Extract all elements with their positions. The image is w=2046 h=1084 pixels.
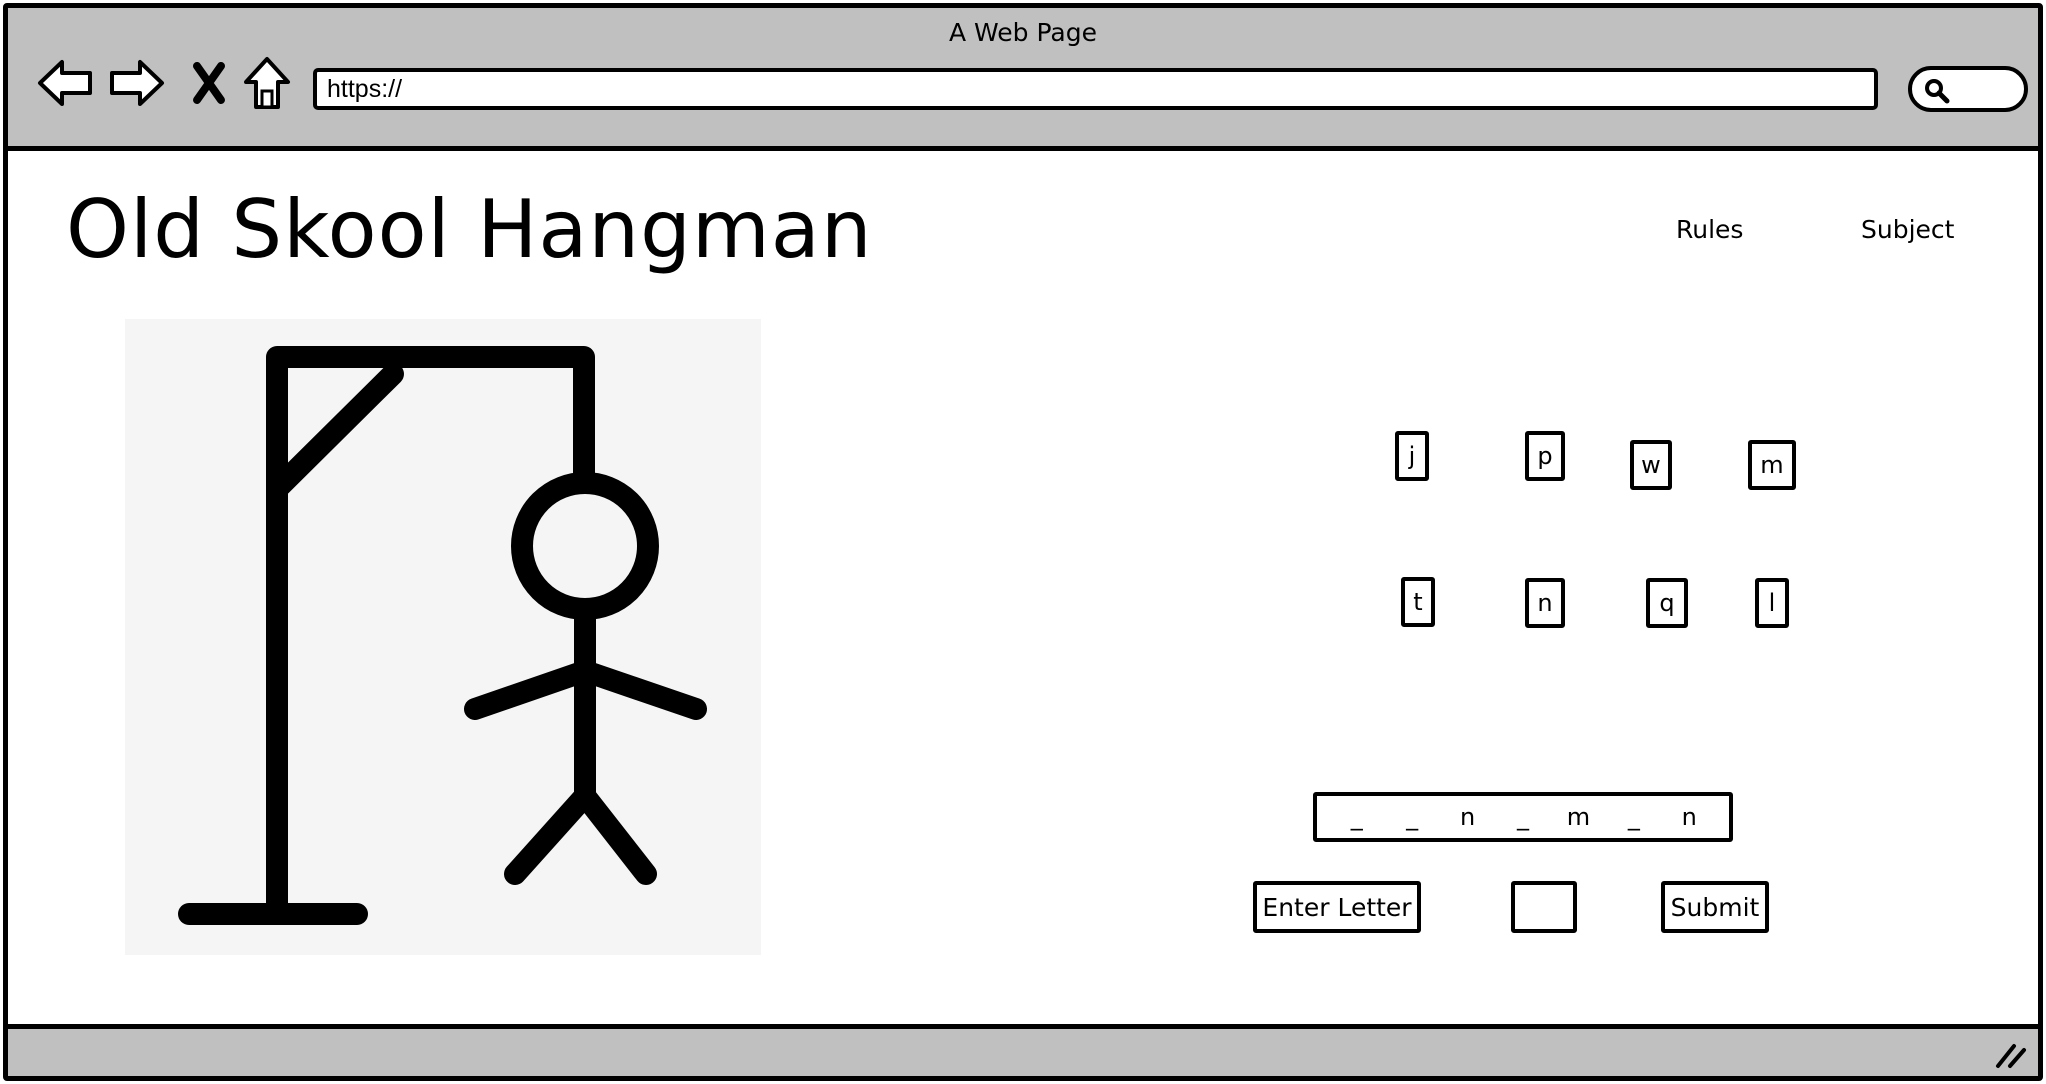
- back-button[interactable]: [34, 48, 96, 118]
- hangman-image: [125, 319, 761, 955]
- home-button[interactable]: [236, 48, 298, 118]
- guessed-letter-tile: t: [1401, 577, 1435, 627]
- word-slot: m: [1566, 803, 1591, 831]
- close-icon: [193, 62, 225, 104]
- guessed-letter-tile: w: [1630, 440, 1672, 490]
- nav-link-subject[interactable]: Subject: [1861, 215, 1954, 244]
- hangman-figure: [178, 346, 707, 925]
- page-title: Old Skool Hangman: [66, 183, 873, 276]
- word-slot: _: [1350, 803, 1363, 831]
- guessed-letter-tile: j: [1395, 431, 1429, 481]
- browser-search-field[interactable]: [1908, 66, 2028, 112]
- back-arrow-icon: [38, 60, 92, 106]
- word-slot: _: [1627, 803, 1640, 831]
- letter-input[interactable]: [1511, 881, 1577, 933]
- word-slot: n: [1459, 803, 1476, 831]
- word-slot: n: [1681, 803, 1697, 831]
- guessed-letter-tile: l: [1755, 578, 1789, 628]
- word-display: _ _ n _ m _ n: [1313, 792, 1733, 842]
- guessed-letter-tile: n: [1525, 578, 1565, 628]
- nav-link-rules[interactable]: Rules: [1676, 215, 1743, 244]
- word-slot: _: [1406, 803, 1419, 831]
- status-bar: [8, 1024, 2038, 1076]
- resize-grip-icon[interactable]: [1992, 1040, 2028, 1070]
- guessed-letter-tile: q: [1646, 578, 1688, 628]
- word-slot: _: [1516, 803, 1529, 831]
- home-icon: [244, 57, 290, 109]
- browser-window: A Web Page https:// Old Skool Hangman Ru…: [3, 3, 2043, 1081]
- enter-letter-label: Enter Letter: [1253, 881, 1421, 933]
- submit-button[interactable]: Submit: [1661, 881, 1769, 933]
- forward-arrow-icon: [110, 60, 164, 106]
- search-icon: [1925, 79, 1950, 104]
- guessed-letter-tile: p: [1525, 431, 1565, 481]
- forward-button[interactable]: [106, 48, 168, 118]
- stop-button[interactable]: [178, 48, 240, 118]
- guessed-letter-tile: m: [1748, 440, 1796, 490]
- browser-chrome: A Web Page https://: [8, 8, 2038, 151]
- window-title: A Web Page: [948, 18, 1098, 47]
- url-field[interactable]: https://: [313, 68, 1878, 110]
